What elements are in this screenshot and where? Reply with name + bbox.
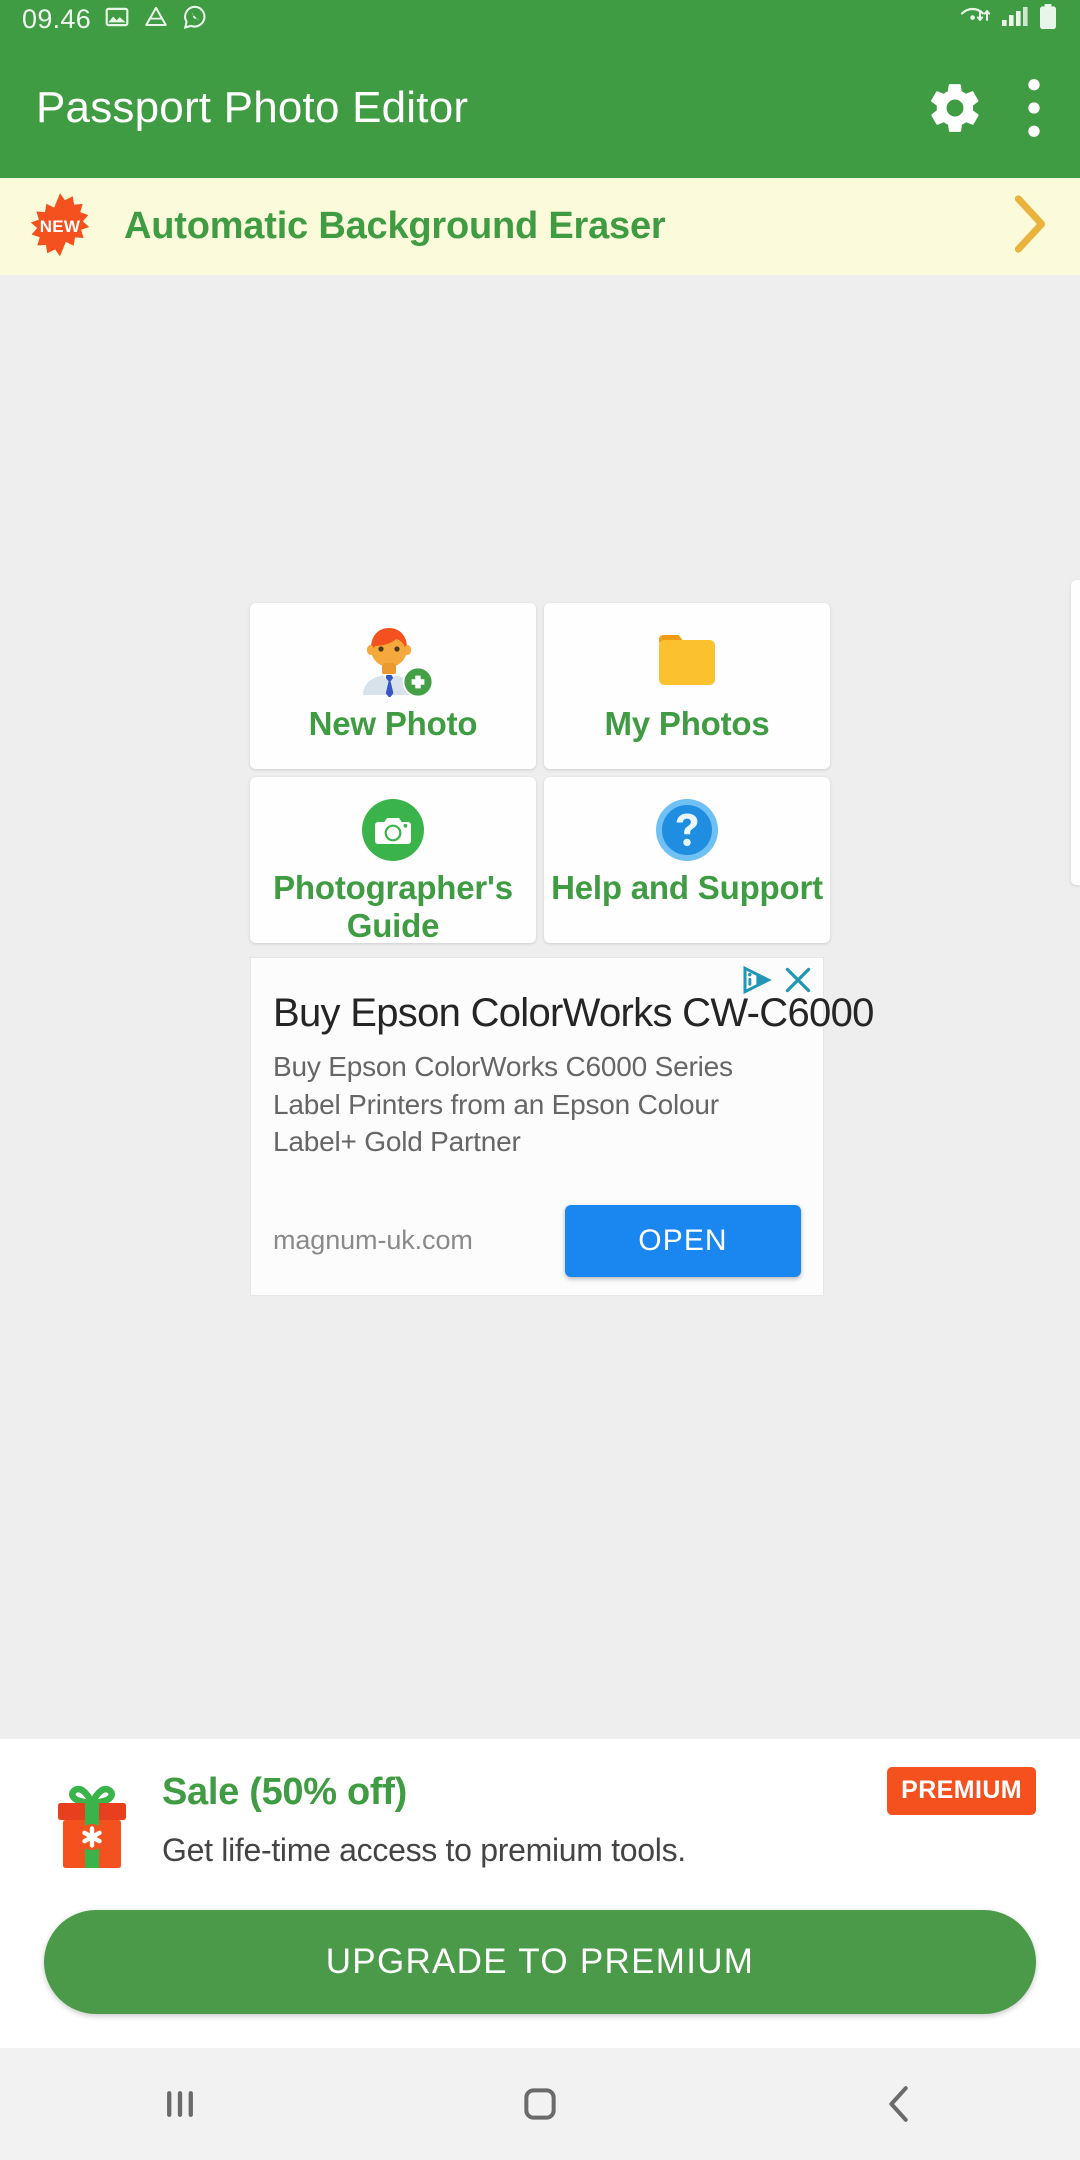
back-icon[interactable] xyxy=(825,2048,975,2160)
chevron-right-icon[interactable] xyxy=(1010,193,1050,260)
promo-banner-background-eraser[interactable]: NEW Automatic Background Eraser xyxy=(0,178,1080,275)
gift-icon xyxy=(44,1777,140,1882)
tile-label: New Photo xyxy=(308,705,478,743)
whatsapp-icon xyxy=(182,4,208,35)
feature-grid: New Photo My Photos Photographer's Guide… xyxy=(250,603,874,1296)
upgrade-to-premium-button[interactable]: UPGRADE TO PREMIUM xyxy=(44,1910,1036,2014)
tile-new-photo[interactable]: New Photo xyxy=(250,603,536,770)
adchoices-icon[interactable] xyxy=(740,965,774,1000)
home-icon[interactable] xyxy=(465,2048,615,2160)
status-bar-left: 09.46 xyxy=(22,4,208,35)
advertisement-card[interactable]: Buy Epson ColorWorks CW-C6000 Buy Epson … xyxy=(250,957,874,1296)
person-add-icon xyxy=(341,623,445,698)
new-badge-label: NEW xyxy=(39,216,81,236)
premium-upsell-section: Sale (50% off) Get life-time access to p… xyxy=(0,1739,1080,2048)
tile-label: My Photos xyxy=(604,705,770,743)
ad-description: Buy Epson ColorWorks C6000 Series Label … xyxy=(273,1051,733,1158)
more-vertical-icon[interactable] xyxy=(1024,77,1044,139)
app-screen: 09.46 Passport Photo Editor NEW Automati… xyxy=(0,0,1080,2160)
gear-icon[interactable] xyxy=(926,79,984,137)
page-title: Passport Photo Editor xyxy=(36,83,469,132)
ad-open-button[interactable]: OPEN xyxy=(565,1204,801,1277)
app-bar-actions xyxy=(926,77,1044,139)
status-bar: 09.46 xyxy=(0,0,1080,38)
wifi-transfer-icon xyxy=(960,4,994,35)
recents-icon[interactable] xyxy=(105,2048,255,2160)
feature-grid-row-2: Photographer's Guide Help and Support xyxy=(250,777,830,945)
promo-banner-label: Automatic Background Eraser xyxy=(124,205,666,247)
new-badge: NEW xyxy=(24,191,96,263)
ad-footer: magnum-uk.com OPEN xyxy=(273,1187,801,1295)
question-circle-icon xyxy=(655,799,719,862)
main-content: New Photo My Photos Photographer's Guide… xyxy=(0,275,1080,1739)
premium-sale-subtitle: Get life-time access to premium tools. xyxy=(162,1832,686,1868)
battery-icon xyxy=(1038,3,1058,36)
camera-circle-icon xyxy=(361,799,425,862)
edge-scroll-handle[interactable] xyxy=(1071,580,1080,885)
ad-choices-controls xyxy=(740,965,813,1000)
drive-icon xyxy=(143,4,169,35)
system-navigation-bar xyxy=(0,2048,1080,2160)
premium-sale-title: Sale (50% off) xyxy=(162,1771,407,1813)
feature-grid-row-1: New Photo My Photos xyxy=(250,603,830,770)
tile-my-photos[interactable]: My Photos xyxy=(544,603,830,770)
tile-label: Photographer's Guide xyxy=(273,869,513,945)
ad-advertiser-url: magnum-uk.com xyxy=(273,1225,473,1256)
status-bar-clock: 09.46 xyxy=(22,3,92,34)
ad-headline: Buy Epson ColorWorks CW-C6000 xyxy=(273,991,874,1036)
photos-icon xyxy=(104,4,130,35)
tile-photographers-guide[interactable]: Photographer's Guide xyxy=(250,777,536,945)
tile-label: Help and Support xyxy=(551,869,823,907)
tile-help-and-support[interactable]: Help and Support xyxy=(544,777,830,944)
cellular-signal-icon xyxy=(1001,4,1031,35)
close-icon[interactable] xyxy=(783,965,813,1000)
premium-badge: PREMIUM xyxy=(887,1767,1036,1815)
app-bar: Passport Photo Editor xyxy=(0,38,1080,178)
folder-icon xyxy=(635,623,739,697)
status-bar-right xyxy=(960,3,1058,36)
premium-texts: Sale (50% off) Get life-time access to p… xyxy=(162,1767,686,1869)
